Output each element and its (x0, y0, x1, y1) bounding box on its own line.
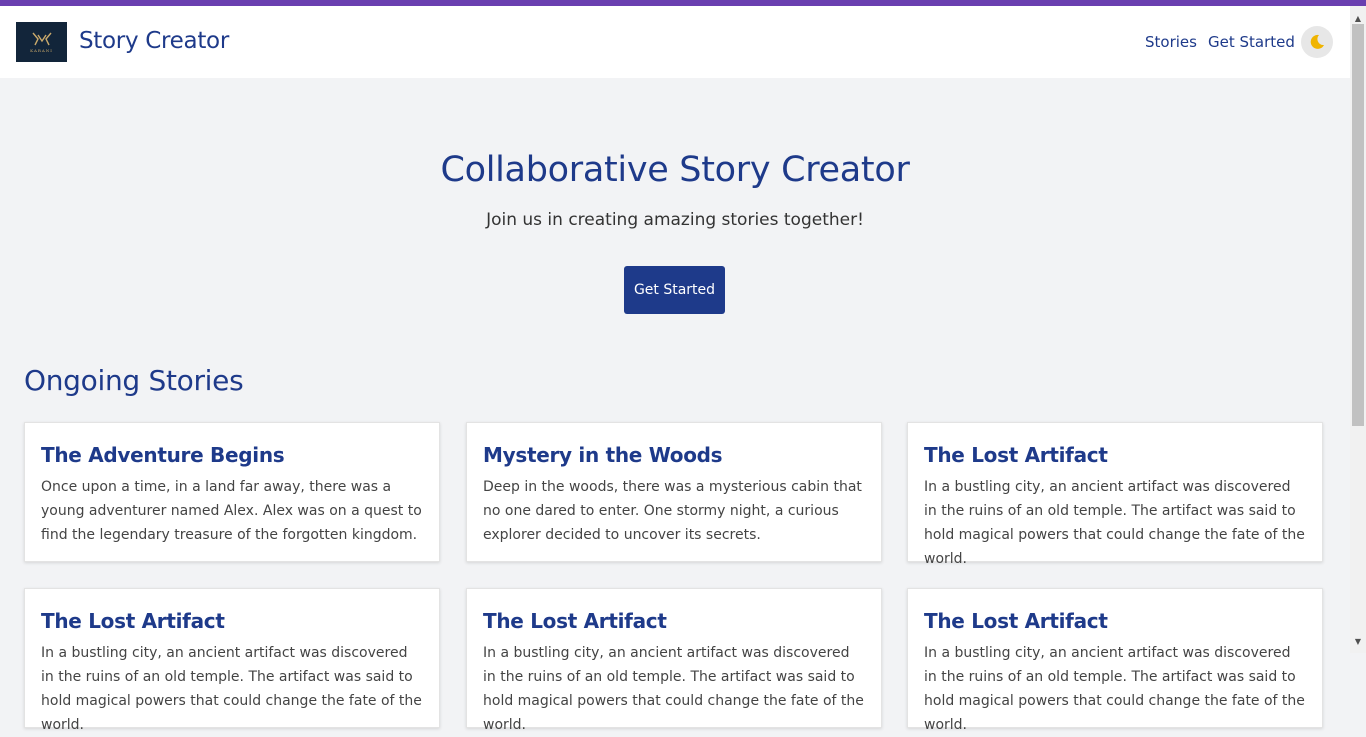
story-card-text: In a bustling city, an ancient artifact … (924, 479, 1305, 567)
story-card-title: The Lost Artifact (483, 609, 667, 633)
story-card-title: The Lost Artifact (924, 609, 1108, 633)
theme-toggle-button[interactable] (1301, 26, 1333, 58)
section-title-ongoing-stories: Ongoing Stories (24, 364, 244, 397)
get-started-button[interactable]: Get Started (624, 266, 725, 314)
brand-title[interactable]: Story Creator (79, 28, 229, 54)
logo-emblem-icon (31, 32, 52, 46)
hero-title: Collaborative Story Creator (440, 150, 910, 190)
nav-link-get-started[interactable]: Get Started (1208, 33, 1295, 51)
story-card-text: Once upon a time, in a land far away, th… (41, 479, 422, 543)
moon-icon (1310, 34, 1324, 49)
scrollbar-thumb[interactable] (1352, 24, 1364, 426)
scrollbar[interactable]: ▲ ▼ (1350, 6, 1366, 653)
story-card[interactable]: The Lost Artifact In a bustling city, an… (24, 588, 440, 733)
story-card[interactable]: The Adventure Begins Once upon a time, i… (24, 422, 440, 562)
story-card-text: Deep in the woods, there was a mysteriou… (483, 479, 862, 543)
scroll-down-icon[interactable]: ▼ (1350, 633, 1366, 649)
logo-text: KARANI (30, 48, 53, 53)
story-card-text: In a bustling city, an ancient artifact … (41, 645, 422, 733)
story-card[interactable]: The Lost Artifact In a bustling city, an… (907, 588, 1323, 733)
story-card-title: The Lost Artifact (41, 609, 225, 633)
nav-link-stories[interactable]: Stories (1145, 33, 1197, 51)
story-card[interactable]: Mystery in the Woods Deep in the woods, … (466, 422, 882, 562)
story-card[interactable]: The Lost Artifact In a bustling city, an… (466, 588, 882, 733)
story-card-text: In a bustling city, an ancient artifact … (483, 645, 864, 733)
story-card[interactable]: The Lost Artifact In a bustling city, an… (907, 422, 1323, 567)
story-card-title: Mystery in the Woods (483, 443, 723, 467)
logo[interactable]: KARANI (16, 22, 67, 62)
story-card-text: In a bustling city, an ancient artifact … (924, 645, 1305, 733)
story-card-title: The Lost Artifact (924, 443, 1108, 467)
hero-subtitle: Join us in creating amazing stories toge… (486, 210, 864, 230)
navbar: KARANI Story Creator Stories Get Started (0, 6, 1350, 78)
story-card-title: The Adventure Begins (41, 443, 285, 467)
